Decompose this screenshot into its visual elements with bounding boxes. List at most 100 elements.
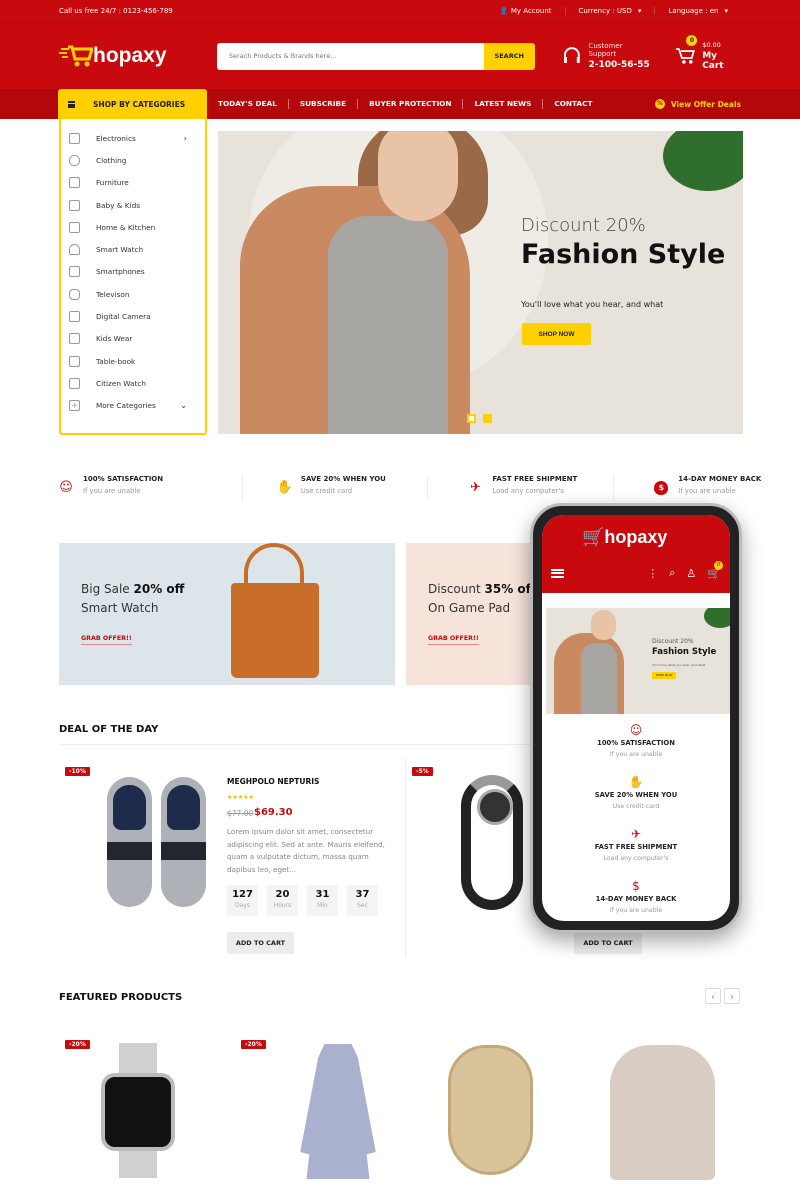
sofa-icon — [69, 377, 80, 389]
category-item[interactable]: Televison — [61, 283, 205, 305]
lamp-icon — [69, 244, 80, 256]
my-account-link[interactable]: 👤 My Account — [487, 7, 565, 15]
discount-badge: -5% — [412, 767, 433, 776]
product-image[interactable] — [99, 777, 214, 907]
user-icon[interactable]: ♙ — [686, 567, 696, 580]
product-description: Lorem ipsum dolor sit amet, consectetur … — [227, 827, 385, 874]
table-icon — [69, 355, 80, 367]
nav-subscribe[interactable]: SUBSCRIBE — [300, 99, 359, 109]
features-bar: ☺ 100% SATISFACTION If you are unable ✋ SAV… — [59, 475, 800, 501]
money-bag-icon: $ — [632, 879, 640, 893]
countdown-minutes: 31 Min — [307, 885, 338, 916]
search-icon[interactable]: ⌕ — [669, 566, 675, 580]
product-image[interactable] — [461, 775, 523, 910]
product-card[interactable]: -20% — [59, 1030, 219, 1200]
search-bar: SEARCH — [216, 42, 535, 70]
cart-label: My Cart — [702, 51, 724, 71]
discount-badge: -20% — [65, 1040, 90, 1049]
thumbs-up-icon: ✋ — [276, 480, 294, 495]
mobile-preview: 🛒hopaxy ⋮ ⌕ ♙ 🛒 0 Discount 20% Fashion St… — [530, 503, 742, 933]
slider-dot[interactable] — [483, 414, 492, 423]
category-item[interactable]: Baby & Kids — [61, 194, 205, 216]
search-input[interactable] — [216, 42, 484, 70]
logo[interactable]: hopaxy — [59, 44, 217, 68]
grab-offer-link[interactable]: GRAB OFFER!! — [428, 635, 479, 645]
category-item[interactable]: Electronics › — [61, 127, 205, 149]
chevron-down-icon: ▾ — [637, 7, 642, 15]
category-item[interactable]: Kids Wear — [61, 328, 205, 350]
slider-dot[interactable] — [467, 414, 476, 423]
cart-button[interactable]: 0 $0.00 My Cart — [676, 35, 741, 71]
customer-support[interactable]: Customer Support 2-100-56-55 — [563, 42, 652, 70]
offer-badge-icon — [654, 99, 665, 109]
clothing-icon — [69, 154, 80, 166]
product-name[interactable]: MEGHPOLO NEPTURIS — [227, 777, 319, 786]
shop-by-categories-button[interactable]: SHOP BY CATEGORIES — [58, 89, 207, 119]
countdown-days: 127 Days — [227, 885, 258, 916]
currency-dropdown[interactable]: Currency : USD ▾ — [564, 7, 655, 15]
nav-contact[interactable]: CONTACT — [554, 99, 603, 109]
cart-total: $0.00 — [702, 41, 721, 49]
feature-item: $14-DAY MONEY BACK If you are unable — [614, 475, 800, 501]
category-sidebar: Electronics › Clothing Furniture Baby & K… — [59, 119, 207, 435]
nav-todays-deal[interactable]: TODAY'S DEAL — [218, 99, 289, 109]
prev-button[interactable]: ‹ — [705, 988, 721, 1004]
product-card[interactable] — [410, 1030, 570, 1200]
plane-icon: ✈ — [630, 827, 642, 841]
category-item[interactable]: Furniture — [61, 172, 205, 194]
hero-text: You'll love what you hear, and what — [521, 300, 664, 309]
grab-offer-link[interactable]: GRAB OFFER!! — [81, 635, 132, 645]
promo-banner[interactable]: Big Sale 20% off Smart Watch GRAB OFFER!… — [59, 543, 395, 685]
discount-badge: -10% — [65, 767, 90, 776]
logo-text: hopaxy — [93, 44, 167, 67]
old-price: $77.00 — [227, 809, 254, 818]
baby-icon — [69, 199, 80, 211]
mobile-shop-now-button[interactable]: SHOP NOW — [652, 672, 676, 679]
feature-item: ✋ SAVE 20% WHEN YOU Use credit card — [243, 475, 429, 501]
cart-count-badge: 0 — [686, 35, 698, 46]
top-bar: Call us free 24/7 : 0123-456-789 👤 My Ac… — [0, 0, 800, 23]
thumbs-up-icon: ✋ — [628, 775, 644, 789]
featured-section-title: FEATURED PRODUCTS — [59, 992, 183, 1003]
product-card[interactable]: -20% — [235, 1030, 395, 1200]
header: hopaxy SEARCH Customer Support 2-100-56-… — [0, 23, 800, 89]
headset-icon — [563, 47, 580, 63]
category-item[interactable]: Home & Kitchen — [61, 216, 205, 238]
category-item[interactable]: Smartphones — [61, 261, 205, 283]
tv-icon — [69, 288, 80, 300]
leaf-image — [663, 131, 743, 191]
next-button[interactable]: › — [724, 988, 740, 1004]
logo-cart-icon — [59, 45, 93, 67]
category-item[interactable]: Clothing — [61, 149, 205, 171]
feature-item: ✈ FAST FREE SHIPMENT Load any computer's — [428, 475, 615, 501]
user-icon: 👤 — [499, 7, 511, 15]
add-to-cart-button[interactable]: ADD TO CART — [574, 932, 642, 954]
mobile-hero: Discount 20% Fashion Style You'll love w… — [546, 608, 730, 714]
category-item[interactable]: Digital Camera — [61, 305, 205, 327]
search-button[interactable]: SEARCH — [483, 42, 535, 70]
nav-buyer-protection[interactable]: BUYER PROTECTION — [369, 99, 464, 109]
cart-icon[interactable]: 🛒 0 — [707, 560, 723, 580]
monitor-icon — [69, 333, 80, 345]
view-offer-deals-link[interactable]: View Offer Deals — [654, 99, 741, 109]
category-item[interactable]: Table-book — [61, 350, 205, 372]
add-to-cart-button[interactable]: ADD TO CART — [227, 932, 294, 954]
language-dropdown[interactable]: Language : en ▾ — [654, 7, 741, 15]
category-item[interactable]: Smart Watch — [61, 238, 205, 260]
nav-latest-news[interactable]: LATEST NEWS — [474, 99, 544, 109]
product-card[interactable] — [585, 1030, 745, 1200]
smiley-icon: ☺ — [629, 723, 643, 737]
mobile-logo[interactable]: 🛒hopaxy — [582, 527, 667, 548]
plus-icon: + — [69, 400, 80, 412]
product-image-watch — [101, 1043, 176, 1178]
carousel-nav: ‹ › — [705, 988, 743, 1004]
category-item[interactable]: Citizen Watch — [61, 372, 205, 394]
more-vertical-icon[interactable]: ⋮ — [647, 567, 658, 580]
hamburger-icon[interactable] — [551, 568, 564, 578]
more-categories[interactable]: + More Categories ⌄ — [61, 395, 205, 417]
plane-icon: ✈ — [469, 480, 481, 495]
shop-now-button[interactable]: SHOP NOW — [522, 323, 591, 345]
promo-banner[interactable]: Discount 35% off On Game Pad GRAB OFFER!… — [406, 543, 546, 685]
support-label: Customer Support — [588, 42, 623, 58]
deal-product-card: -10% MEGHPOLO NEPTURIS ★★★★★ $77.00 $69.… — [59, 757, 400, 957]
